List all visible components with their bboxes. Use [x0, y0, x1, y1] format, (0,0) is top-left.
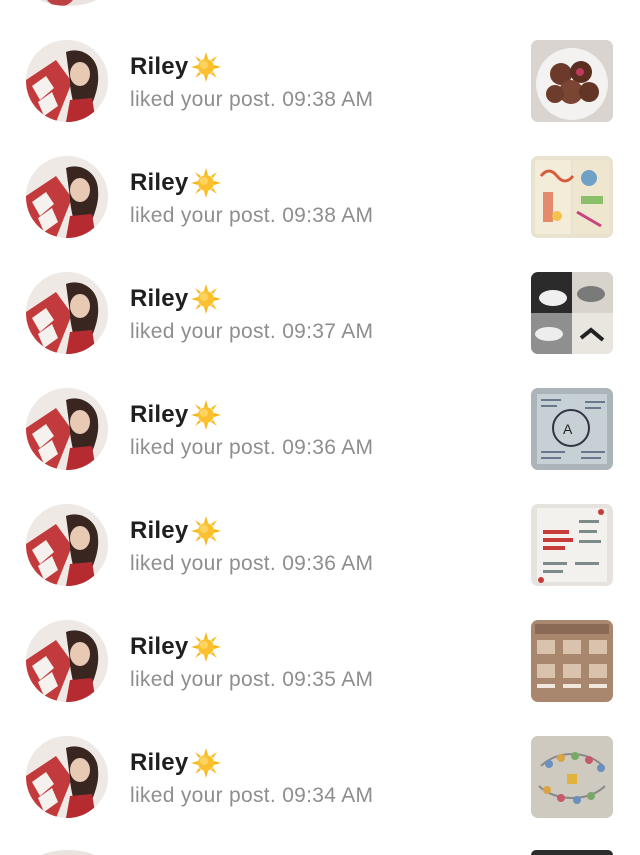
username[interactable]: Riley: [130, 53, 188, 81]
username[interactable]: Riley: [130, 285, 188, 313]
notification-row[interactable]: Riley liked your post. 09:38 AM: [0, 116, 640, 238]
avatar[interactable]: [26, 40, 108, 122]
post-thumbnail-study-notes[interactable]: A: [531, 388, 613, 470]
activity-text: liked your post. 09:34 AM: [130, 784, 373, 808]
username[interactable]: Riley: [130, 169, 188, 197]
notification-row[interactable]: Riley liked your post. 09:38 AM: [0, 0, 640, 122]
notification-row[interactable]: Riley liked your post. 09:34 AM: [0, 696, 640, 818]
timestamp: 09:36 AM: [282, 436, 374, 459]
name-line: Riley: [130, 52, 222, 82]
post-thumbnail-colorful-notebook[interactable]: [531, 156, 613, 238]
timestamp: 09:35 AM: [282, 668, 374, 691]
post-thumbnail-chocolate-truffles[interactable]: [531, 40, 613, 122]
svg-text:A: A: [563, 421, 573, 437]
name-line: Riley: [130, 516, 222, 546]
activity-text: liked your post. 09:38 AM: [130, 204, 373, 228]
sun-emoji-icon: [191, 52, 222, 82]
timestamp: 09:36 AM: [282, 552, 374, 575]
timestamp: 09:34 AM: [282, 784, 374, 807]
post-thumbnail-charms-jewelry[interactable]: [531, 736, 613, 818]
avatar[interactable]: [26, 388, 108, 470]
notification-row[interactable]: Riley liked your post. 09:36 AM: [0, 348, 640, 470]
notification-row[interactable]: Riley liked your post. 09:36 AM: [0, 464, 640, 586]
timestamp: 09:38 AM: [282, 88, 374, 111]
username[interactable]: Riley: [130, 401, 188, 429]
action-text: liked your post.: [130, 668, 277, 691]
username[interactable]: Riley: [130, 633, 188, 661]
action-text: liked your post.: [130, 204, 277, 227]
sun-emoji-icon: [191, 400, 222, 430]
action-text: liked your post.: [130, 88, 277, 111]
activity-text: liked your post. 09:36 AM: [130, 552, 373, 576]
action-text: liked your post.: [130, 436, 277, 459]
username[interactable]: Riley: [130, 517, 188, 545]
post-thumbnail-things-to-quit-2024[interactable]: [531, 504, 613, 586]
avatar[interactable]: [26, 736, 108, 818]
activity-text: liked your post. 09:36 AM: [130, 436, 373, 460]
action-text: liked your post.: [130, 320, 277, 343]
name-line: Riley: [130, 400, 222, 430]
notification-row[interactable]: Riley liked your post. 09:37 AM: [0, 232, 640, 354]
avatar[interactable]: [26, 620, 108, 702]
sun-emoji-icon: [191, 168, 222, 198]
sun-emoji-icon: [191, 632, 222, 662]
post-thumbnail-partial-bottom[interactable]: [531, 850, 613, 855]
sun-emoji-icon: [191, 516, 222, 546]
timestamp: 09:37 AM: [282, 320, 374, 343]
sun-emoji-icon: [191, 748, 222, 778]
activity-text: liked your post. 09:38 AM: [130, 88, 373, 112]
name-line: Riley: [130, 632, 222, 662]
timestamp: 09:38 AM: [282, 204, 374, 227]
username[interactable]: Riley: [130, 749, 188, 777]
action-text: liked your post.: [130, 784, 277, 807]
avatar[interactable]: [26, 156, 108, 238]
avatar[interactable]: [26, 504, 108, 586]
activity-text: liked your post. 09:37 AM: [130, 320, 373, 344]
name-line: Riley: [130, 748, 222, 778]
avatar[interactable]: [26, 272, 108, 354]
action-text: liked your post.: [130, 552, 277, 575]
post-thumbnail-fill-notebook-ideas[interactable]: [531, 620, 613, 702]
avatar-partial-bottom[interactable]: [28, 850, 108, 855]
activity-text: liked your post. 09:35 AM: [130, 668, 373, 692]
name-line: Riley: [130, 168, 222, 198]
notification-row[interactable]: Riley liked your post. 09:35 AM: [0, 580, 640, 702]
post-thumbnail-sneakers-collage[interactable]: [531, 272, 613, 354]
sun-emoji-icon: [191, 284, 222, 314]
name-line: Riley: [130, 284, 222, 314]
notifications-list: Riley liked your post. 09:38 AM Riley li…: [0, 0, 640, 855]
